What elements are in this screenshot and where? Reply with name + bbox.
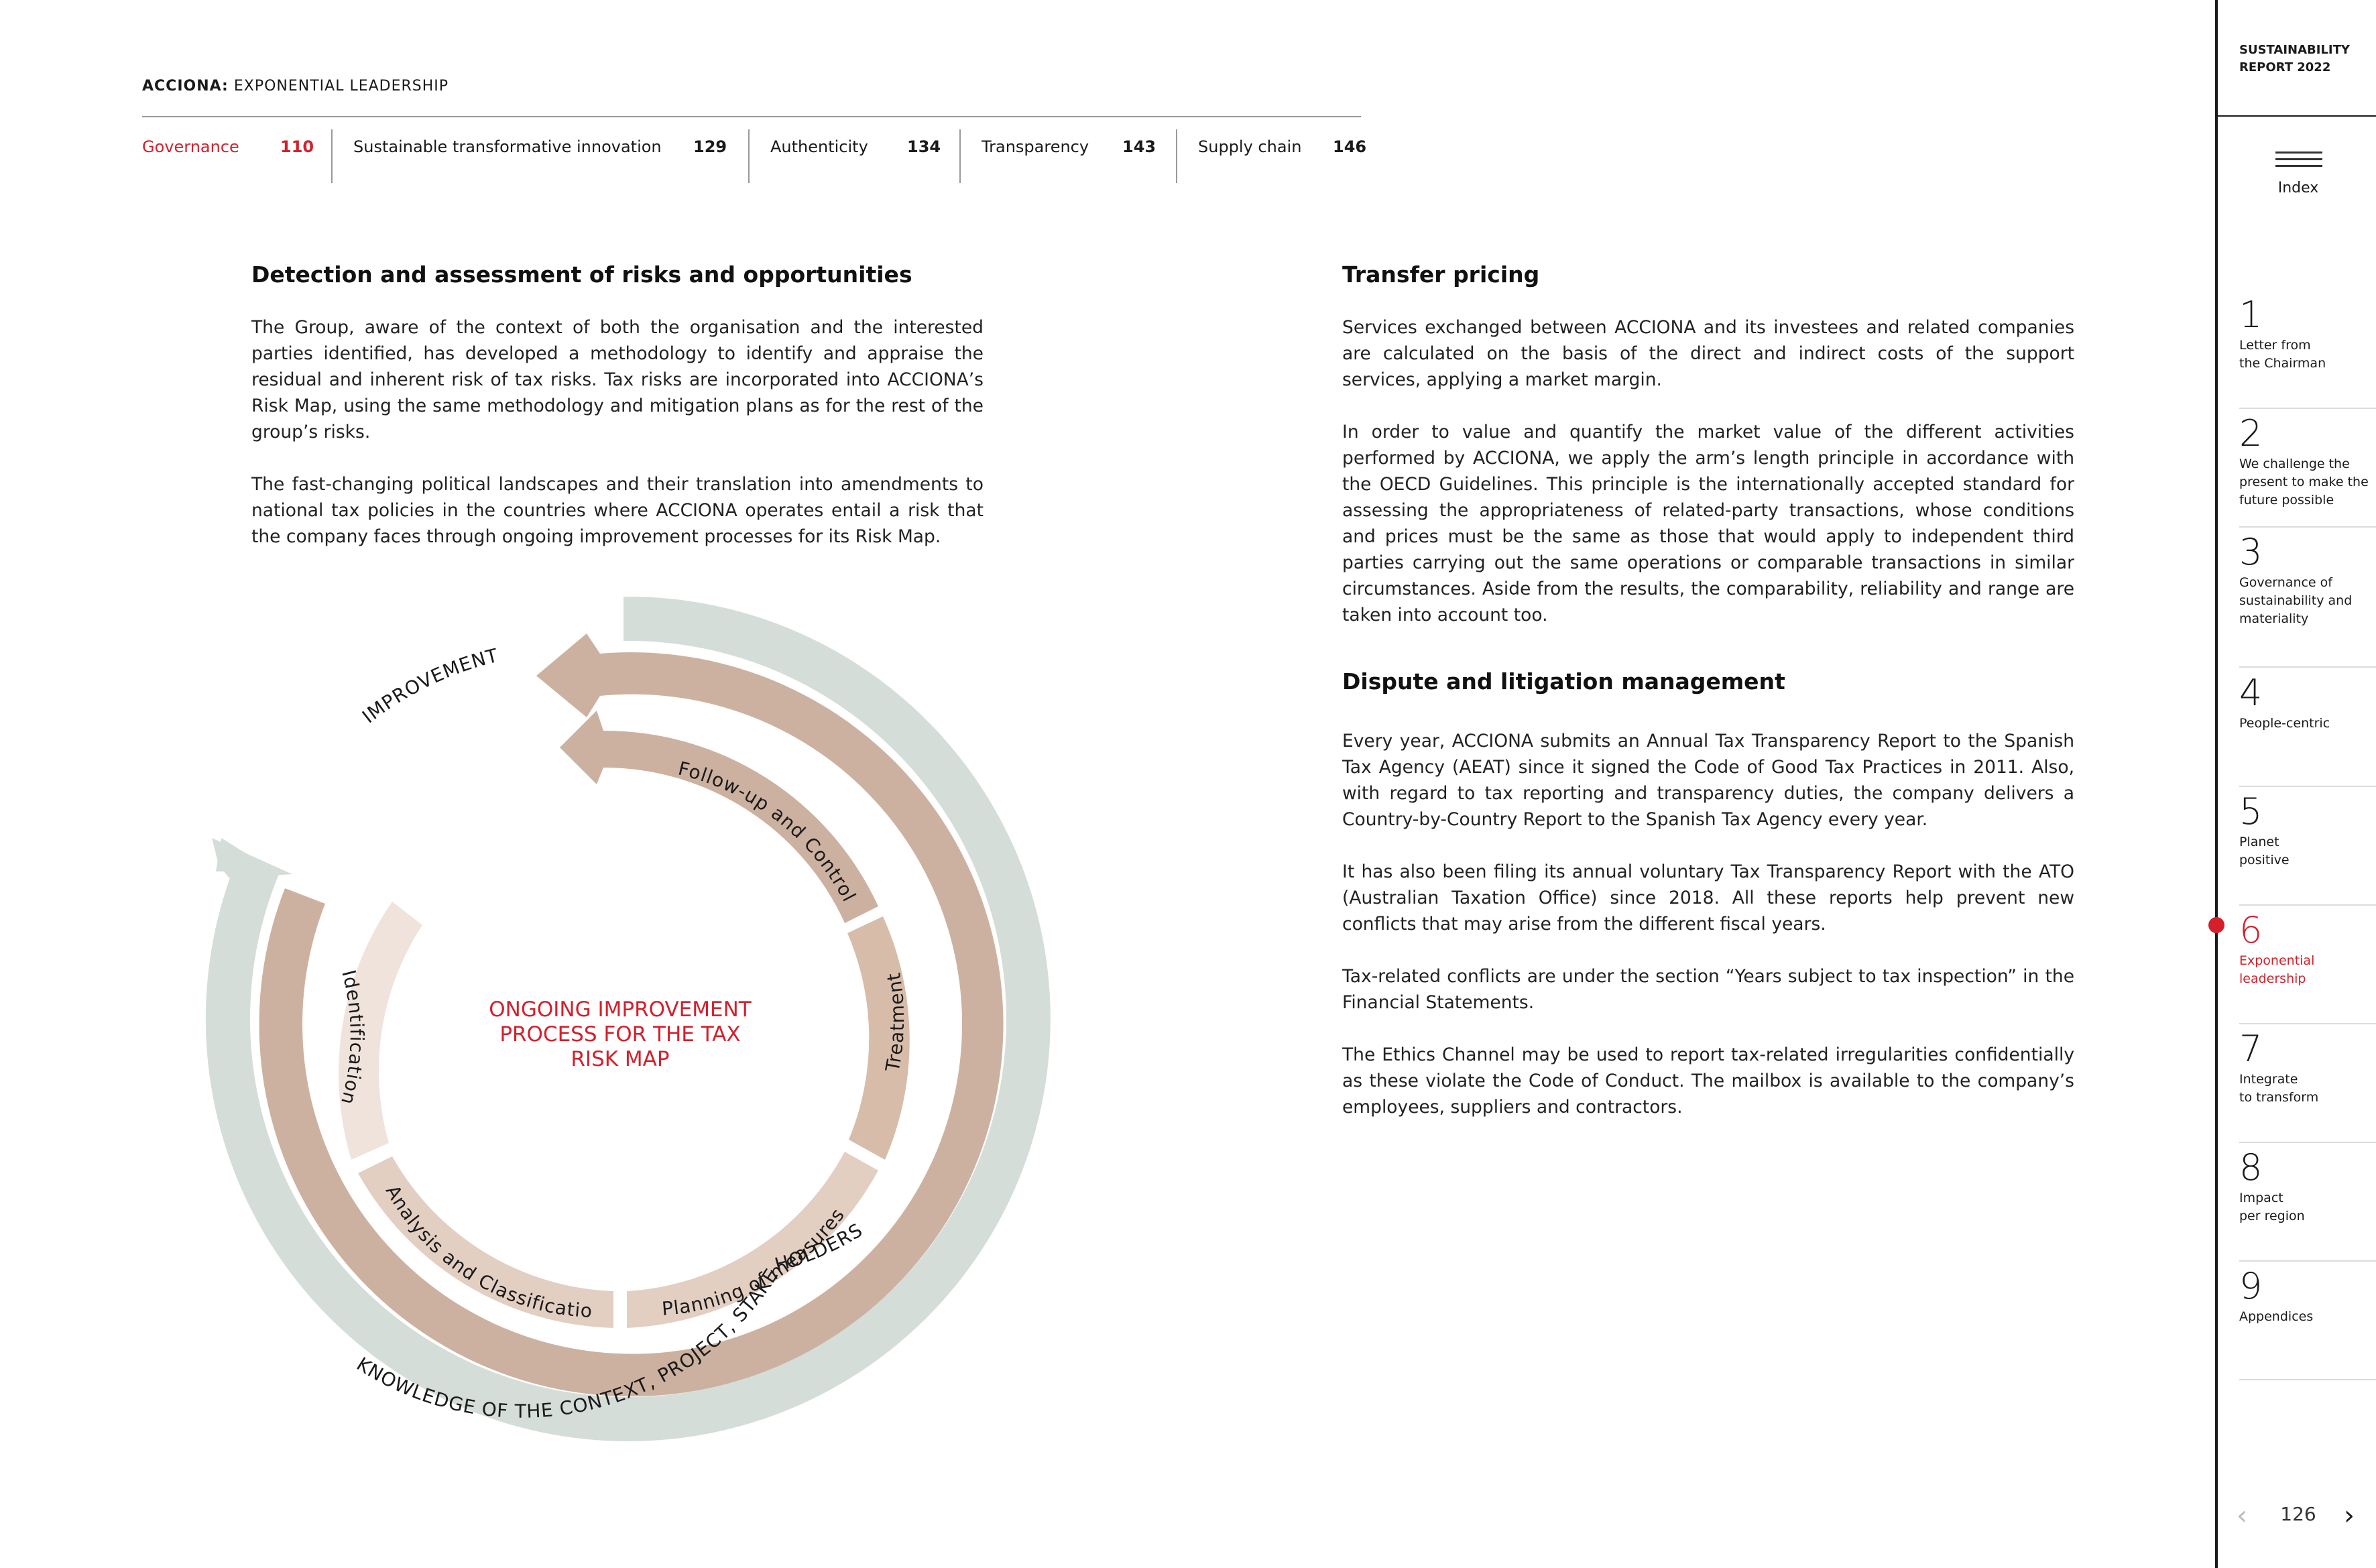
next-page-icon[interactable]: › [2344,1500,2355,1531]
tab-divider [1176,129,1177,183]
tab-page: 143 [1122,137,1156,156]
section-name: EXPONENTIAL LEADERSHIP [228,78,449,95]
tab-transparency[interactable]: Transparency 143 [982,117,1189,182]
paragraph: The fast-changing political landscapes a… [251,474,984,547]
tab-label: Transparency [982,137,1089,156]
tab-divider [331,129,333,183]
knowledge-arrowhead [536,634,600,717]
index-button[interactable]: Index [2218,121,2376,208]
tab-label: Authenticity [770,137,868,156]
chapter-number: 5 [2239,790,2263,833]
transfer-pricing-heading: Transfer pricing [1342,261,1540,288]
chapter-sidebar: SUSTAINABILITY REPORT 2022 Index 1 Lette… [2208,0,2376,1568]
tab-page: 110 [280,137,314,156]
center-title-line-3: RISK MAP [571,1047,669,1071]
paragraph: The Group, aware of the context of both … [251,317,984,442]
chapter-divider [2239,1142,2376,1143]
chapter-divider [2239,904,2376,906]
tab-label: Governance [142,137,239,156]
chapter-title: Exponential leadership [2239,953,2315,986]
chapter-number: 8 [2239,1146,2263,1189]
chapter-title: Integrate to transform [2239,1072,2319,1105]
risk-detection-heading: Detection and assessment of risks and op… [251,261,912,288]
chapter-4[interactable]: 4 People-centric [2218,673,2376,791]
chapter-divider [2239,786,2376,787]
tab-page: 129 [693,137,727,156]
chapter-title: Letter from the Chairman [2239,338,2326,371]
brand-name: ACCIONA: [142,78,229,95]
tab-divider [748,129,750,183]
report-title: SUSTAINABILITY REPORT 2022 [2239,42,2373,76]
follow-up-arrowhead [560,711,603,784]
current-chapter-dot [2208,917,2224,933]
chapter-1[interactable]: 1 Letter from the Chairman [2218,295,2376,413]
tab-page: 134 [907,137,941,156]
chapter-3[interactable]: 3 Governance of sustainability and materia… [2218,531,2376,668]
tab-governance[interactable]: Governance 110 [142,117,323,182]
dispute-heading: Dispute and litigation management [1342,668,1785,695]
menu-icon [2275,152,2322,168]
chapter-divider [2239,1379,2376,1380]
chapter-number: 3 [2239,531,2263,573]
chapter-9[interactable]: 9 Appendices [2218,1266,2376,1384]
paragraph: It has also been filing its annual volun… [1342,861,2074,934]
risk-map-cycle-diagram: IMPROVEMENT KNOWLEDGE OF THE CONTEXT, PR… [174,590,1051,1441]
chapter-number: 7 [2239,1028,2263,1070]
chapter-title: Impact per region [2239,1191,2305,1223]
paragraph: In order to value and quantify the marke… [1342,422,2074,625]
chapter-title: Governance of sustainability and materiali… [2239,575,2353,626]
chapter-divider [2239,666,2376,668]
paragraph: Services exchanged between ACCIONA and i… [1342,317,2074,390]
sidebar-divider [2218,115,2376,117]
chapter-6[interactable]: 6 Exponential leadership [2208,909,2376,1028]
chapter-divider [2239,408,2376,409]
chapter-number: 6 [2239,909,2263,951]
tab-divider [959,129,961,183]
page-navigation: ‹ 126 › [2218,1495,2376,1535]
tab-authenticity[interactable]: Authenticity 134 [770,117,971,182]
chapter-number: 2 [2239,412,2263,455]
improvement-arrowhead-tip [216,838,275,871]
paragraph: Tax-related conflicts are under the sect… [1342,966,2074,1013]
chapter-divider [2239,526,2376,528]
left-column: Detection and assessment of risks and op… [251,261,984,550]
improvement-label: IMPROVEMENT [358,644,501,728]
center-title-line-1: ONGOING IMPROVEMENT [489,998,752,1022]
chapter-8[interactable]: 8 Impact per region [2218,1148,2376,1266]
paragraph: The Ethics Channel may be used to report… [1342,1044,2074,1118]
chapter-number: 9 [2239,1265,2263,1307]
chapter-divider [2239,1023,2376,1024]
paragraph: Every year, ACCIONA submits an Annual Ta… [1342,731,2074,830]
right-column: Transfer pricing Services exchanged betw… [1342,261,2074,1120]
chapter-title: Appendices [2239,1309,2314,1324]
chapter-7[interactable]: 7 Integrate to transform [2218,1029,2376,1147]
tab-label: Supply chain [1198,137,1302,156]
tab-supply-chain[interactable]: Supply chain 146 [1198,117,1372,182]
tab-page: 146 [1333,137,1367,156]
chapter-title: We challenge the present to make the futur… [2239,457,2369,507]
chapter-2[interactable]: 2 We challenge the present to make the fut… [2218,414,2376,532]
chapter-divider [2239,1260,2376,1262]
chapter-5[interactable]: 5 Planet positive [2218,792,2376,910]
center-title-line-2: PROCESS FOR THE TAX [499,1022,740,1046]
tab-label: Sustainable transformative innovation [353,137,662,156]
chapter-number: 4 [2239,672,2263,714]
chapter-title: People-centric [2239,716,2330,731]
chapter-title: Planet positive [2239,835,2290,867]
report-title-line-2: REPORT 2022 [2239,60,2331,74]
chapter-number: 1 [2239,294,2263,336]
report-title-line-1: SUSTAINABILITY [2239,43,2350,57]
section-title: ACCIONA: EXPONENTIAL LEADERSHIP [142,78,449,95]
index-label: Index [2277,180,2319,196]
